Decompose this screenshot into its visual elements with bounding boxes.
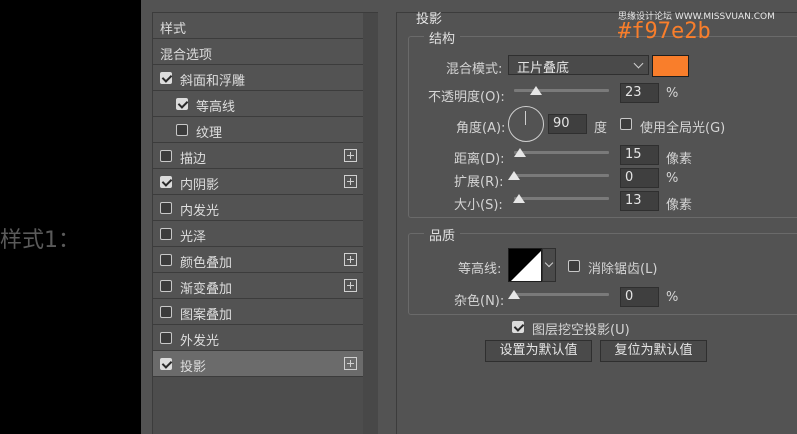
style-item-checkbox[interactable] (160, 150, 172, 162)
size-slider-track[interactable] (514, 197, 609, 200)
set-default-button[interactable]: 设置为默认值 (485, 340, 592, 362)
chevron-down-icon (544, 258, 554, 268)
size-label: 大小(S): (454, 198, 503, 213)
knockout-checkbox[interactable] (512, 321, 524, 333)
style-item-label: 内发光 (180, 204, 220, 219)
chevron-down-icon (633, 58, 644, 69)
knockout-label: 图层挖空投影(U) (532, 323, 630, 338)
style-item-label: 纹理 (196, 126, 223, 141)
size-unit: 像素 (666, 198, 693, 213)
style-item-1[interactable]: 混合选项 (153, 39, 363, 65)
style-item-7[interactable]: 内发光 (153, 195, 363, 221)
spread-slider-track[interactable] (514, 174, 609, 177)
opacity-slider-track[interactable] (514, 89, 609, 92)
angle-unit: 度 (594, 121, 608, 136)
style-item-label: 渐变叠加 (180, 282, 233, 297)
add-effect-icon[interactable] (344, 149, 357, 162)
style-item-11[interactable]: 图案叠加 (153, 299, 363, 325)
canvas-area (0, 0, 141, 434)
angle-label: 角度(A): (456, 121, 506, 136)
style-item-label: 斜面和浮雕 (180, 74, 246, 89)
blend-mode-select[interactable]: 正片叠底 (508, 55, 649, 76)
distance-slider-track[interactable] (514, 151, 609, 154)
add-effect-icon[interactable] (344, 175, 357, 188)
distance-label: 距离(D): (454, 152, 505, 167)
distance-input[interactable]: 15 (620, 145, 659, 165)
section-title: 投影 (416, 12, 443, 27)
noise-unit: % (666, 290, 679, 305)
style-item-10[interactable]: 渐变叠加 (153, 273, 363, 299)
noise-slider-track[interactable] (514, 293, 609, 296)
style-item-checkbox[interactable] (160, 202, 172, 214)
angle-dial-icon[interactable] (508, 106, 544, 142)
opacity-slider-thumb[interactable] (529, 86, 542, 95)
style-item-label: 混合选项 (160, 48, 213, 63)
style-item-checkbox[interactable] (176, 124, 188, 136)
color-hex-annotation: #f97e2b (618, 19, 711, 44)
blend-mode-label: 混合模式: (446, 62, 503, 77)
size-slider-thumb[interactable] (512, 194, 525, 203)
style-item-checkbox[interactable] (160, 306, 172, 318)
spread-input[interactable]: 0 (620, 168, 659, 188)
structure-title: 结构 (424, 28, 461, 47)
style-item-4[interactable]: 纹理 (153, 117, 363, 143)
style-item-13[interactable]: 投影 (153, 351, 363, 377)
global-light-label: 使用全局光(G) (640, 121, 726, 136)
style-item-5[interactable]: 描边 (153, 143, 363, 169)
style-item-checkbox[interactable] (176, 98, 188, 110)
anti-alias-label: 消除锯齿(L) (588, 262, 658, 277)
style-item-2[interactable]: 斜面和浮雕 (153, 65, 363, 91)
contour-label: 等高线: (458, 262, 502, 277)
contour-preview[interactable] (508, 248, 542, 282)
style-item-checkbox[interactable] (160, 332, 172, 344)
style-item-label: 等高线 (196, 100, 236, 115)
styles-list-scrollbar[interactable] (363, 13, 378, 434)
global-light-checkbox[interactable] (620, 118, 632, 130)
spread-label: 扩展(R): (454, 175, 504, 190)
spread-slider-thumb[interactable] (508, 171, 520, 180)
style-item-3[interactable]: 等高线 (153, 91, 363, 117)
size-input[interactable]: 13 (620, 191, 659, 211)
anti-alias-checkbox[interactable] (568, 260, 580, 272)
quality-title: 品质 (424, 225, 461, 244)
spread-unit: % (666, 171, 679, 186)
shadow-color-swatch[interactable] (652, 55, 689, 77)
style-item-label: 外发光 (180, 334, 220, 349)
opacity-unit: % (666, 86, 679, 101)
distance-unit: 像素 (666, 152, 693, 167)
opacity-label: 不透明度(O): (428, 90, 505, 105)
opacity-input[interactable]: 23 (620, 83, 659, 103)
style-item-label: 图案叠加 (180, 308, 233, 323)
distance-slider-thumb[interactable] (513, 148, 526, 157)
add-effect-icon[interactable] (344, 279, 357, 292)
style-item-label: 内阴影 (180, 178, 220, 193)
style-item-checkbox[interactable] (160, 358, 172, 370)
style-item-checkbox[interactable] (160, 280, 172, 292)
noise-label: 杂色(N): (454, 294, 505, 309)
blend-mode-value: 正片叠底 (517, 61, 570, 76)
style-item-0[interactable]: 样式 (153, 13, 363, 39)
style-item-checkbox[interactable] (160, 254, 172, 266)
contour-dropdown[interactable] (542, 248, 556, 282)
style-item-label: 描边 (180, 152, 207, 167)
style-item-8[interactable]: 光泽 (153, 221, 363, 247)
style-item-label: 样式 (160, 22, 187, 37)
style-item-label: 投影 (180, 360, 207, 375)
style-item-checkbox[interactable] (160, 72, 172, 84)
style-item-label: 光泽 (180, 230, 207, 245)
reset-default-button[interactable]: 复位为默认值 (600, 340, 707, 362)
style-caption: 样式1： (0, 228, 80, 253)
add-effect-icon[interactable] (344, 253, 357, 266)
style-item-checkbox[interactable] (160, 176, 172, 188)
noise-input[interactable]: 0 (620, 287, 659, 307)
style-item-9[interactable]: 颜色叠加 (153, 247, 363, 273)
style-item-label: 颜色叠加 (180, 256, 233, 271)
add-effect-icon[interactable] (344, 357, 357, 370)
style-item-checkbox[interactable] (160, 228, 172, 240)
noise-slider-thumb[interactable] (508, 290, 520, 299)
angle-input[interactable]: 90 (548, 114, 587, 134)
style-item-12[interactable]: 外发光 (153, 325, 363, 351)
style-item-6[interactable]: 内阴影 (153, 169, 363, 195)
